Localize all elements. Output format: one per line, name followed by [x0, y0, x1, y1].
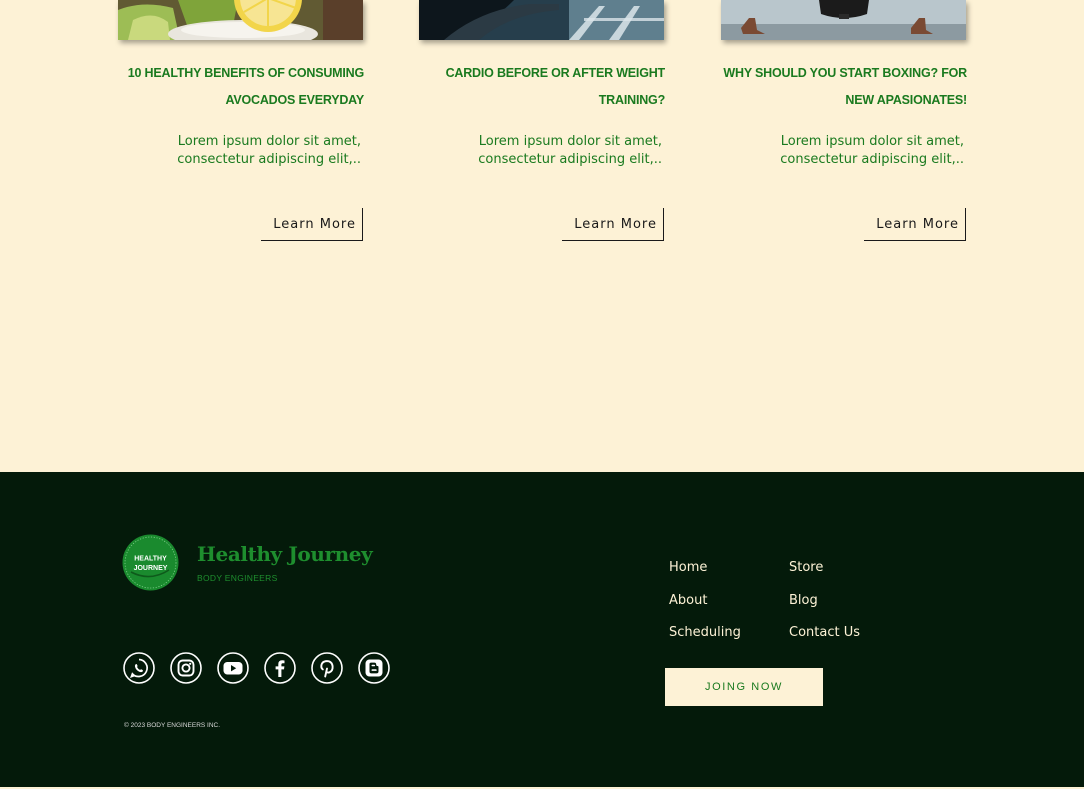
- pinterest-icon[interactable]: [311, 652, 343, 684]
- learn-more-button[interactable]: Learn More: [562, 208, 664, 241]
- logo-badge[interactable]: HEALTHY JOURNEY: [122, 534, 179, 591]
- post-excerpt: Lorem ipsum dolor sit amet, consectetur …: [177, 134, 361, 167]
- avocado-slices-image[interactable]: [118, 0, 363, 40]
- brand-name[interactable]: Healthy Journey: [197, 542, 373, 566]
- join-now-button[interactable]: JOING NOW: [665, 668, 823, 706]
- brand-subtitle: BODY ENGINEERS: [197, 573, 278, 583]
- logo-badge-line2: JOURNEY: [134, 565, 168, 572]
- post-title[interactable]: CARDIO BEFORE OR AFTER WEIGHT TRAINING?: [419, 60, 666, 113]
- youtube-icon[interactable]: [217, 652, 249, 684]
- treadmill-image[interactable]: [419, 0, 664, 40]
- post-excerpt: Lorem ipsum dolor sit amet, consectetur …: [478, 134, 662, 167]
- footer-link-contact[interactable]: Contact Us: [789, 625, 860, 640]
- facebook-icon[interactable]: [264, 652, 296, 684]
- site-footer: HEALTHY JOURNEY Healthy Journey BODY ENG…: [0, 472, 1084, 787]
- post-title[interactable]: WHY SHOULD YOU START BOXING? FOR NEW APA…: [721, 60, 967, 113]
- logo-badge-line1: HEALTHY: [134, 556, 167, 563]
- instagram-icon[interactable]: [170, 652, 202, 684]
- footer-link-scheduling[interactable]: Scheduling: [669, 625, 741, 640]
- footer-link-store[interactable]: Store: [789, 560, 823, 575]
- post-excerpt: Lorem ipsum dolor sit amet, consectetur …: [780, 134, 964, 167]
- blogger-icon[interactable]: [358, 652, 390, 684]
- boxing-bag-image[interactable]: [721, 0, 966, 40]
- footer-link-about[interactable]: About: [669, 593, 707, 608]
- whatsapp-icon[interactable]: [123, 652, 155, 684]
- learn-more-button[interactable]: Learn More: [261, 208, 363, 241]
- post-title[interactable]: 10 HEALTHY BENEFITS OF CONSUMING AVOCADO…: [118, 60, 364, 113]
- footer-link-blog[interactable]: Blog: [789, 593, 818, 608]
- copyright-text: © 2023 BODY ENGINEERS INC.: [124, 722, 221, 729]
- learn-more-button[interactable]: Learn More: [864, 208, 966, 241]
- footer-link-home[interactable]: Home: [669, 560, 707, 575]
